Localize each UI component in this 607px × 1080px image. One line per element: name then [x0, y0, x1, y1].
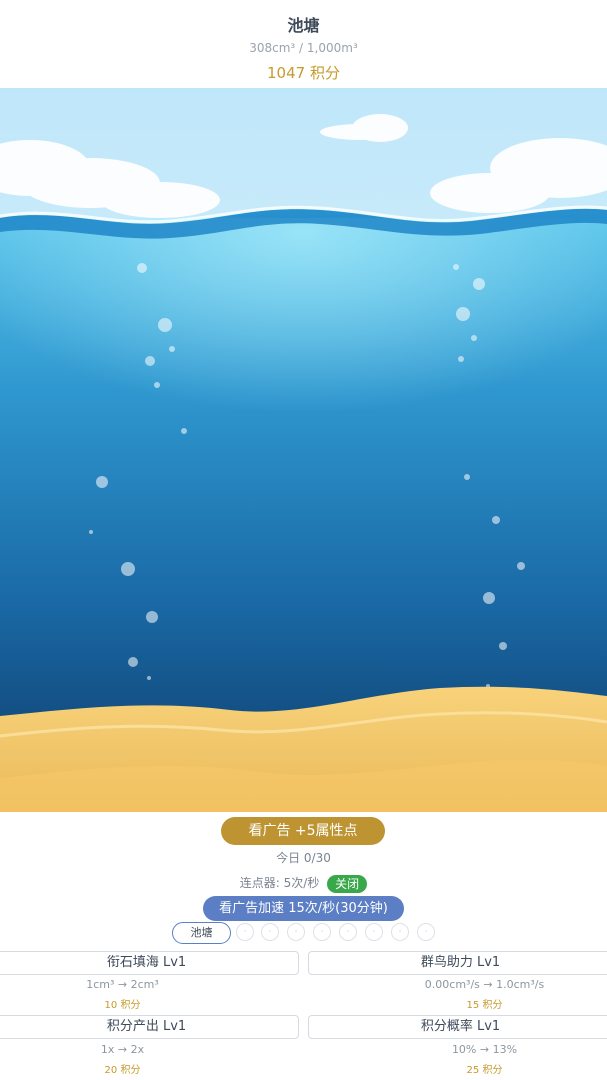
auto-clicker-toggle[interactable]: 关闭 [327, 874, 368, 893]
header: 池塘 308cm³ / 1,000m³ 1047 积分 [0, 0, 607, 88]
points-readout: 1047 积分 [267, 64, 340, 82]
pond-scene[interactable] [0, 88, 607, 812]
tab-locked[interactable]: · [391, 923, 409, 941]
upgrade-points-chance-effect: 10% → 13% [451, 1043, 518, 1056]
scene-tabs: 池塘 · · · · · · · · [0, 922, 607, 944]
tab-pond[interactable]: 池塘 [172, 922, 231, 944]
upgrade-fill-sea-button[interactable]: 衔石填海 Lv1 [0, 951, 299, 975]
tab-locked[interactable]: · [339, 923, 357, 941]
tab-locked[interactable]: · [287, 923, 305, 941]
watch-ad-speed-button[interactable]: 看广告加速 15次/秒(30分钟) [203, 896, 404, 921]
capacity-readout: 308cm³ / 1,000m³ [249, 41, 358, 55]
page-title: 池塘 [287, 16, 320, 35]
tab-locked[interactable]: · [417, 923, 435, 941]
upgrade-points-chance-cost: 25 积分 [466, 1065, 503, 1076]
upgrade-points-output-button[interactable]: 积分产出 Lv1 [0, 1015, 299, 1039]
upgrade-points-chance-button[interactable]: 积分概率 Lv1 [308, 1015, 607, 1039]
upgrade-points-output-cost: 20 积分 [104, 1065, 141, 1076]
auto-clicker-label: 连点器: 5次/秒 [239, 876, 320, 890]
daily-ad-counter: 今日 0/30 [276, 851, 331, 865]
upgrade-bird-help-effect: 0.00cm³/s → 1.0cm³/s [424, 978, 545, 991]
upgrade-bird-help-cost: 15 积分 [466, 1000, 503, 1011]
tab-locked[interactable]: · [313, 923, 331, 941]
upgrade-bird-help-button[interactable]: 群鸟助力 Lv1 [308, 951, 607, 975]
upgrade-fill-sea-effect: 1cm³ → 2cm³ [86, 978, 159, 991]
tab-locked[interactable]: · [365, 923, 383, 941]
tab-locked[interactable]: · [236, 923, 254, 941]
tab-locked[interactable]: · [261, 923, 279, 941]
watch-ad-attribute-button[interactable]: 看广告 +5属性点 [221, 817, 385, 845]
upgrade-points-output-effect: 1x → 2x [100, 1043, 145, 1056]
upgrade-fill-sea-cost: 10 积分 [104, 1000, 141, 1011]
auto-clicker-row: 连点器: 5次/秒 关闭 [0, 873, 607, 893]
pond-illustration [0, 88, 607, 812]
